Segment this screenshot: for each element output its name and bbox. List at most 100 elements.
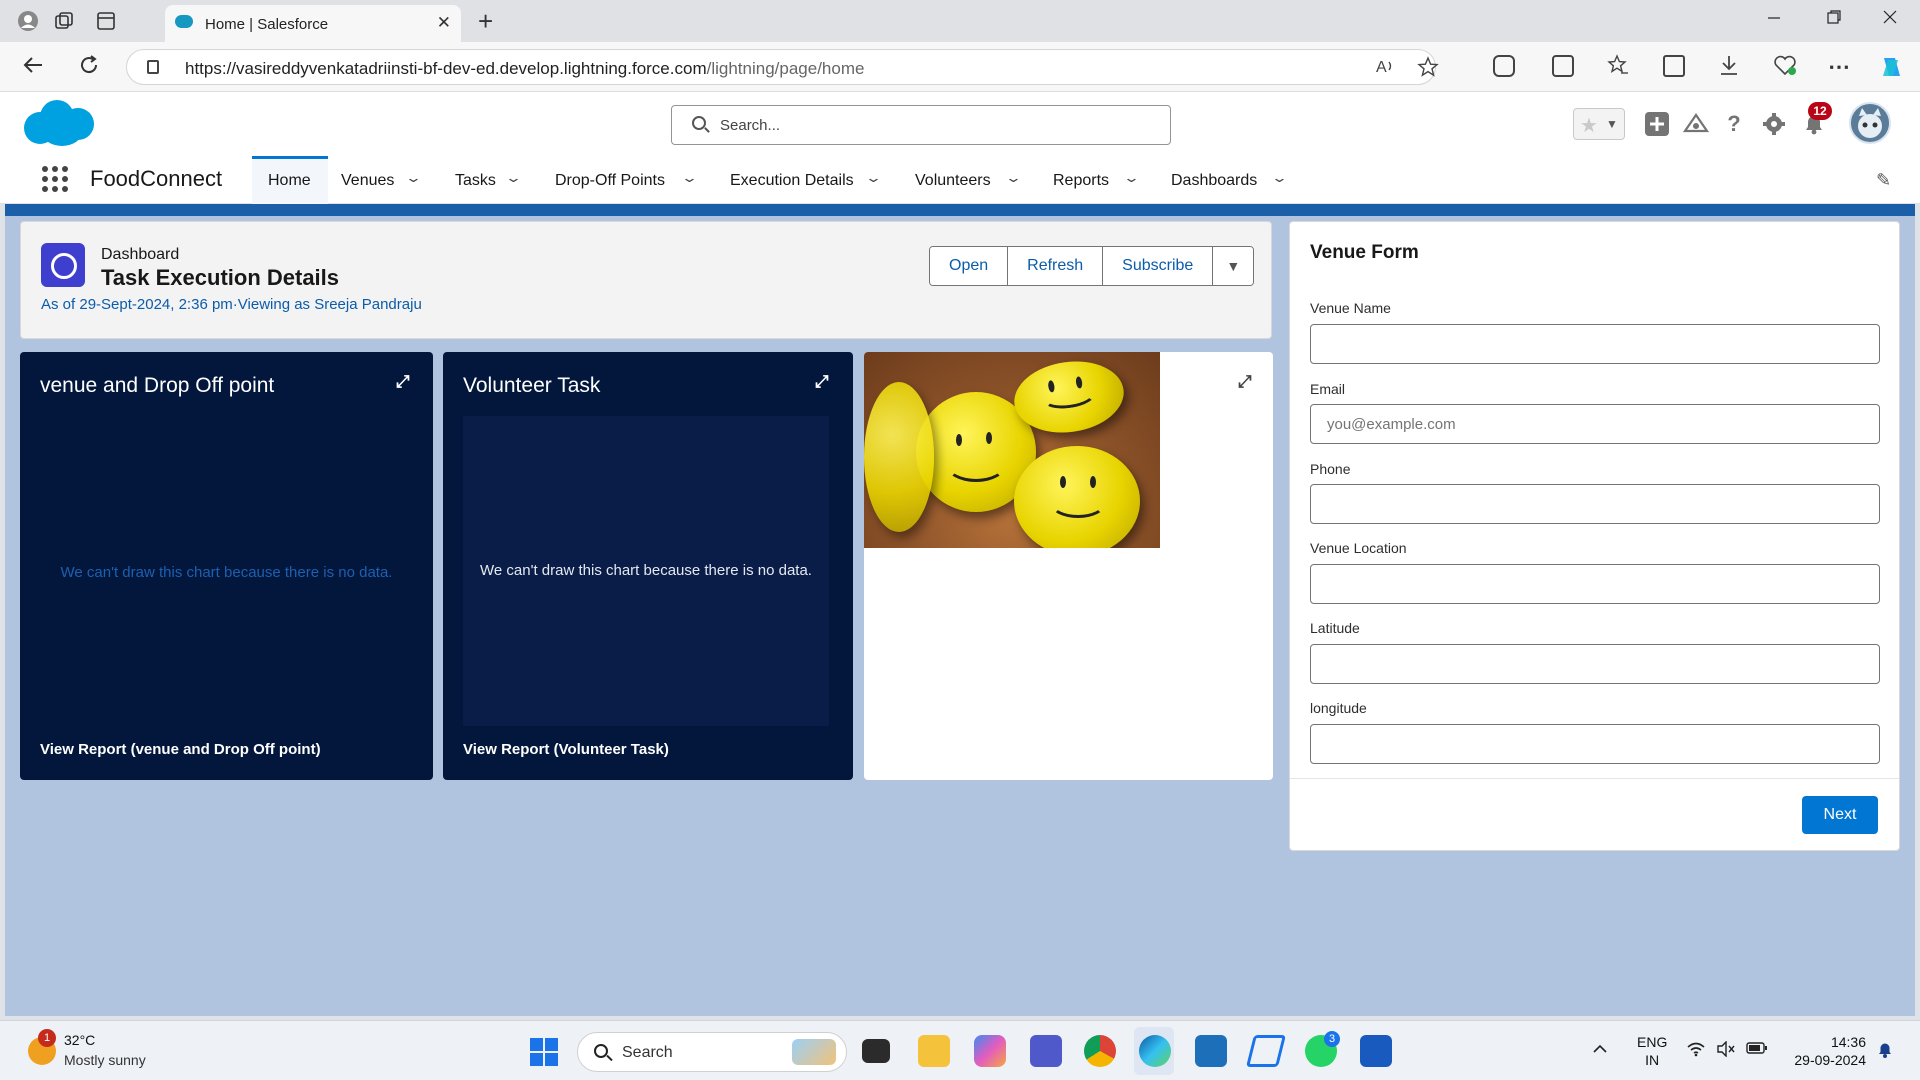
copilot-icon[interactable] (1879, 54, 1905, 86)
file-explorer-icon[interactable] (918, 1035, 950, 1067)
venue-location-input[interactable] (1310, 564, 1880, 604)
favorites-icon[interactable] (1607, 54, 1629, 82)
global-search-input[interactable]: Search... (671, 105, 1171, 145)
restore-window-button[interactable] (1826, 9, 1842, 30)
drop-off-points-chevron-down-icon[interactable]: ⌄ (681, 170, 698, 186)
teams-icon[interactable] (1030, 1035, 1062, 1067)
weather-temperature[interactable]: 32°C (64, 1032, 95, 1048)
volunteers-chevron-down-icon[interactable]: ⌄ (1005, 170, 1022, 186)
refresh-button[interactable]: Refresh (1008, 247, 1104, 285)
favorites-button-group[interactable]: ★ ▼ (1573, 108, 1625, 140)
edit-nav-pencil-icon[interactable]: ✎ (1876, 170, 1891, 191)
read-aloud-icon[interactable]: A (1375, 56, 1395, 81)
volume-muted-icon[interactable] (1716, 1040, 1736, 1060)
venue-name-input[interactable] (1310, 324, 1880, 364)
new-tab-button[interactable]: + (478, 6, 493, 37)
user-avatar[interactable] (1849, 102, 1891, 144)
chevron-down-icon[interactable]: ▼ (1606, 117, 1618, 131)
dashboard-title: Task Execution Details (101, 265, 340, 290)
word-icon[interactable] (1360, 1035, 1392, 1067)
split-screen-icon[interactable] (1552, 55, 1574, 77)
nav-tab-drop-off-points[interactable]: Drop-Off Points (555, 172, 665, 190)
collections-icon[interactable] (1663, 55, 1685, 77)
widget-title: Volunteer Task (463, 374, 601, 397)
setup-gear-icon[interactable] (1760, 110, 1788, 138)
view-report-link[interactable]: View Report (Volunteer Task) (463, 741, 669, 758)
nav-tab-reports[interactable]: Reports (1053, 172, 1109, 190)
battery-icon[interactable] (1746, 1041, 1768, 1058)
task-view-icon[interactable] (862, 1039, 890, 1063)
widget-empty-message: We can't draw this chart because there i… (480, 562, 812, 579)
sketch-app-icon[interactable] (1246, 1035, 1286, 1067)
execution-details-chevron-down-icon[interactable]: ⌄ (865, 170, 882, 186)
dashboard-header: Dashboard Task Execution Details As of 2… (20, 221, 1272, 339)
dashboards-chevron-down-icon[interactable]: ⌄ (1271, 170, 1288, 186)
system-clock[interactable]: 14:36 29-09-2024 (1786, 1033, 1866, 1069)
nav-tab-tasks[interactable]: Tasks (455, 172, 496, 190)
smiley-faces-image (864, 352, 1160, 548)
venues-chevron-down-icon[interactable]: ⌄ (405, 170, 422, 186)
close-tab-icon[interactable]: ✕ (437, 13, 451, 33)
salesforce-logo[interactable] (24, 98, 96, 148)
reload-icon[interactable] (78, 54, 100, 82)
show-hidden-icons-chevron-icon[interactable] (1592, 1041, 1608, 1057)
nav-tab-venues[interactable]: Venues (341, 172, 394, 190)
chrome-icon[interactable] (1084, 1035, 1116, 1067)
browser-tab-strip: Home | Salesforce ✕ + (0, 0, 1920, 42)
copilot-app-icon[interactable] (974, 1035, 1006, 1067)
search-icon (692, 116, 706, 130)
browser-address-bar: https://vasireddyvenkatadriinsti-bf-dev-… (0, 42, 1920, 92)
lock-icon[interactable] (147, 60, 159, 74)
browser-tab-active[interactable]: Home | Salesforce ✕ (165, 5, 461, 42)
url-field[interactable]: https://vasireddyvenkatadriinsti-bf-dev-… (126, 49, 1439, 85)
windows-start-icon[interactable] (530, 1038, 558, 1066)
workspaces-icon[interactable] (52, 9, 76, 33)
close-window-button[interactable] (1882, 9, 1898, 30)
tab-actions-icon[interactable] (94, 9, 118, 33)
trailhead-icon[interactable] (1682, 110, 1710, 138)
phone-input[interactable] (1310, 484, 1880, 524)
edge-icon[interactable] (1139, 1035, 1171, 1067)
back-arrow-icon[interactable] (22, 54, 44, 82)
expand-icon[interactable]: ⤢ (815, 372, 829, 392)
tasks-chevron-down-icon[interactable]: ⌄ (505, 170, 522, 186)
star-icon[interactable]: ★ (1580, 113, 1598, 138)
network-app-icon[interactable] (1195, 1035, 1227, 1067)
favorite-star-icon[interactable] (1417, 56, 1439, 83)
latitude-input[interactable] (1310, 644, 1880, 684)
search-icon (594, 1044, 608, 1058)
nav-tab-dashboards[interactable]: Dashboards (1171, 172, 1257, 190)
global-actions-add-icon[interactable] (1643, 110, 1671, 138)
taskbar-search-box[interactable]: Search (577, 1032, 847, 1072)
subscribe-button[interactable]: Subscribe (1103, 247, 1214, 285)
latitude-label: Latitude (1310, 620, 1360, 636)
more-options-icon[interactable]: ⋯ (1828, 54, 1850, 80)
nav-tab-volunteers[interactable]: Volunteers (915, 172, 991, 190)
notification-center-bell-icon[interactable] (1876, 1041, 1894, 1062)
venue-location-label: Venue Location (1310, 540, 1407, 556)
dashboard-subtitle: As of 29-Sept-2024, 2:36 pm·Viewing as S… (41, 296, 422, 313)
open-button[interactable]: Open (930, 247, 1009, 285)
browser-essentials-icon[interactable] (1773, 54, 1797, 82)
longitude-input[interactable] (1310, 724, 1880, 764)
downloads-icon[interactable] (1718, 54, 1740, 82)
app-launcher-icon[interactable] (42, 166, 68, 192)
email-input[interactable] (1310, 404, 1880, 444)
clock-time: 14:36 (1830, 1034, 1866, 1050)
input-language-indicator[interactable]: ENG IN (1637, 1033, 1667, 1069)
nav-tab-execution-details[interactable]: Execution Details (730, 172, 854, 190)
more-actions-dropdown-button[interactable]: ▼ (1213, 247, 1254, 285)
expand-icon[interactable]: ⤢ (396, 372, 410, 392)
weather-condition[interactable]: Mostly sunny (64, 1052, 146, 1068)
expand-icon[interactable]: ⤢ (1238, 372, 1252, 392)
extensions-icon[interactable] (1493, 55, 1515, 77)
next-button[interactable]: Next (1802, 796, 1878, 834)
nav-tab-home[interactable]: Home (268, 172, 311, 190)
minimize-window-button[interactable] (1766, 9, 1782, 30)
profile-icon[interactable] (16, 9, 40, 33)
reports-chevron-down-icon[interactable]: ⌄ (1123, 170, 1140, 186)
dashboard-widget-volunteer-task: Volunteer Task ⤢ We can't draw this char… (443, 352, 853, 780)
wifi-icon[interactable] (1686, 1041, 1706, 1060)
view-report-link[interactable]: View Report (venue and Drop Off point) (40, 741, 321, 758)
help-icon[interactable]: ? (1720, 110, 1748, 138)
